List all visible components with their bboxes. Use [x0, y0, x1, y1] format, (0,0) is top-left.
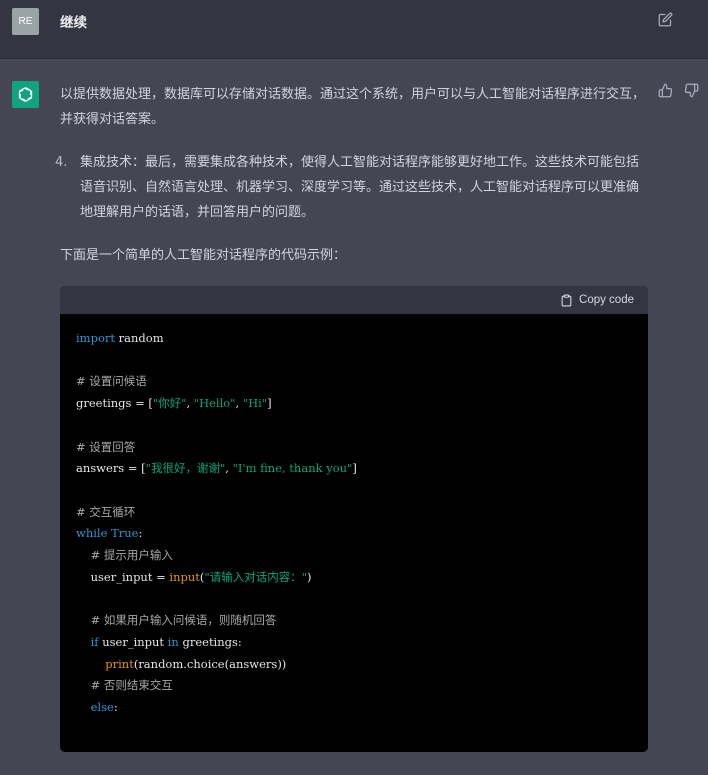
- code-string: "Hi": [242, 396, 268, 411]
- paragraph: 以提供数据处理，数据库可以存储对话数据。通过这个系统，用户可以与人工智能对话程序…: [60, 87, 646, 127]
- list-item: 4. 集成技术：最后，需要集成各种技术，使得人工智能对话程序能够更好地工作。这些…: [55, 150, 650, 225]
- code-string: "Hello": [193, 396, 236, 411]
- user-message-row: RE 继续: [0, 0, 708, 59]
- thumbs-down-icon[interactable]: [684, 83, 699, 98]
- code-intro-text: 下面是一个简单的人工智能对话程序的代码示例：: [60, 248, 347, 263]
- copy-code-button[interactable]: Copy code: [560, 294, 634, 307]
- assistant-message: 以提供数据处理，数据库可以存储对话数据。通过这个系统，用户可以与人工智能对话程序…: [55, 82, 650, 268]
- code-text: user_input: [98, 634, 168, 649]
- code-keyword: while: [76, 526, 108, 541]
- code-text: :: [113, 699, 118, 714]
- code-string: "I'm fine, thank you": [232, 461, 353, 476]
- copy-code-label: Copy code: [579, 294, 634, 306]
- code-text: answers = [: [76, 461, 146, 476]
- code-text: ,: [235, 396, 243, 411]
- code-keyword: in: [167, 634, 179, 649]
- list-item-text: 集成技术：最后，需要集成各种技术，使得人工智能对话程序能够更好地工作。这些技术可…: [80, 155, 640, 220]
- code-text: ]: [352, 461, 357, 476]
- code-content: import random # 设置问候语 greetings = ["你好",…: [60, 314, 648, 733]
- user-message-text: 继续: [60, 15, 87, 31]
- code-comment: # 交互循环: [76, 504, 136, 519]
- code-comment: # 提示用户输入: [90, 548, 173, 563]
- code-comment: # 设置回答: [76, 439, 136, 454]
- code-text: random: [115, 331, 164, 345]
- code-comment: # 否则结束交互: [90, 678, 173, 693]
- code-text: (random.choice(answers)): [133, 656, 287, 671]
- clipboard-icon: [561, 294, 572, 306]
- code-comment: # 如果用户输入问候语，则随机回答: [90, 613, 277, 628]
- code-text: greetings:: [178, 634, 242, 649]
- chatgpt-logo-icon: [18, 86, 33, 103]
- code-builtin: print: [105, 656, 134, 671]
- assistant-avatar: [12, 81, 39, 108]
- code-keyword: if: [90, 634, 99, 649]
- code-builtin: input: [169, 569, 200, 584]
- code-keyword: import: [76, 331, 115, 345]
- code-text: ): [306, 569, 312, 584]
- code-text: ,: [225, 461, 233, 476]
- thumbs-up-icon[interactable]: [658, 83, 673, 98]
- code-string: "请输入对话内容：": [204, 569, 307, 584]
- code-comment: # 设置问候语: [76, 374, 147, 389]
- edit-icon[interactable]: [658, 12, 673, 27]
- code-string: "你好": [152, 396, 187, 411]
- list-number: 4.: [55, 155, 68, 170]
- code-string: "我很好，谢谢": [145, 461, 226, 476]
- code-text: ,: [186, 396, 194, 411]
- code-text: :: [138, 526, 143, 541]
- user-avatar: RE: [12, 8, 39, 35]
- code-block: Copy code import random # 设置问候语 greeting…: [60, 286, 648, 752]
- code-keyword: True: [111, 526, 139, 541]
- code-text: user_input =: [90, 569, 170, 584]
- code-text: ]: [267, 396, 272, 411]
- code-block-header: Copy code: [60, 286, 648, 314]
- code-text: greetings = [: [76, 396, 153, 411]
- code-keyword: else: [90, 699, 114, 714]
